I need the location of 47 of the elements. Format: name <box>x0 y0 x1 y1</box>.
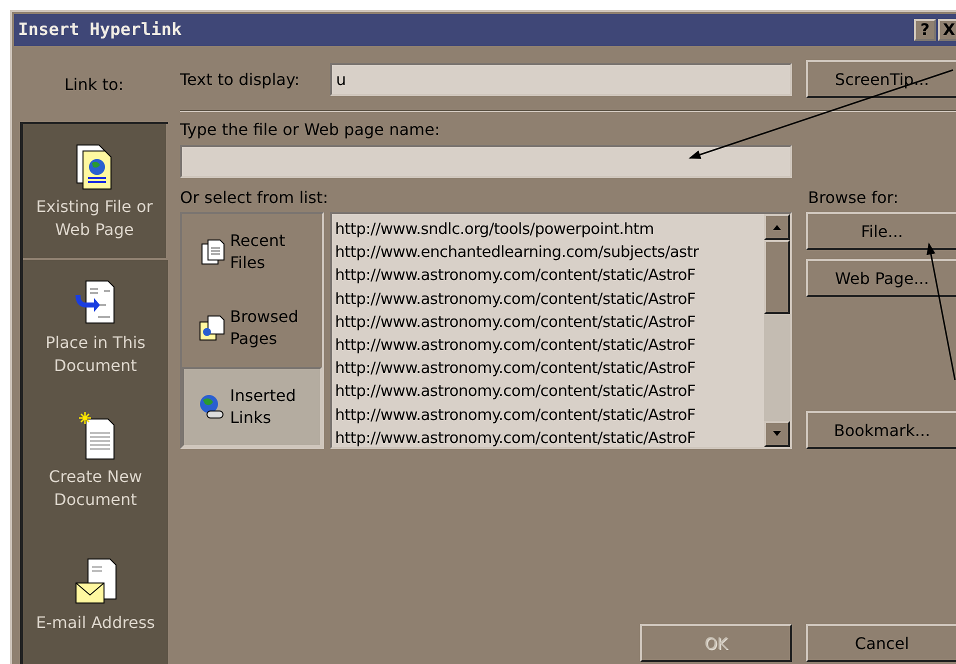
source-tab[interactable]: Inserted Links <box>182 366 322 447</box>
cancel-button[interactable]: Cancel <box>806 624 956 662</box>
url-list-item[interactable]: http://www.astronomy.com/content/static/AstroF <box>335 310 764 334</box>
browse-for-label: Browse for: <box>808 188 898 207</box>
link-to-item[interactable]: Existing File or Web Page <box>23 124 168 260</box>
globe-link-icon <box>198 392 226 421</box>
up-arrow-icon <box>772 224 782 230</box>
file-name-label: Type the file or Web page name: <box>180 120 441 139</box>
source-label: Recent Files <box>230 230 286 274</box>
browse-button[interactable]: Web Page... <box>806 259 956 297</box>
url-list-item[interactable]: http://www.astronomy.com/content/static/AstroF <box>335 288 764 311</box>
link-to-label-text: Existing File or Web Page <box>35 196 154 241</box>
close-button[interactable]: X <box>938 19 956 41</box>
url-list-item[interactable]: http://www.astronomy.com/content/static/AstroF <box>335 357 764 380</box>
link-to-label-text: Place in This Document <box>44 332 146 377</box>
screentip-button[interactable]: ScreenTip... <box>806 60 956 98</box>
scroll-down-button[interactable] <box>764 421 790 447</box>
window-title: Insert Hyperlink <box>18 20 182 40</box>
url-list-item[interactable]: http://www.sndlc.org/tools/powerpoint.htm <box>335 218 764 242</box>
browse-button[interactable]: File... <box>806 212 956 250</box>
url-list-item[interactable]: http://www.astronomy.com/content/static/AstroF <box>335 334 764 358</box>
file-name-field[interactable] <box>180 145 792 178</box>
link-to-label-text: E-mail Address <box>36 612 155 634</box>
link-to-item[interactable]: Place in This Document <box>23 260 168 394</box>
url-list-item[interactable]: http://www.astronomy.com/content/static/AstroF <box>335 426 764 447</box>
source-tab[interactable]: Browsed Pages <box>182 290 322 367</box>
text-to-display-label: Text to display: <box>180 70 301 88</box>
source-tab[interactable]: Recent Files <box>182 214 322 290</box>
scroll-up-button[interactable] <box>764 214 790 240</box>
help-button[interactable]: ? <box>914 19 936 41</box>
select-list-label: Or select from list: <box>180 188 330 207</box>
source-label: Inserted Links <box>230 384 297 429</box>
scroll-thumb[interactable] <box>764 240 790 314</box>
url-list-item[interactable]: http://www.astronomy.com/content/static/AstroF <box>335 380 764 404</box>
bookmark-button[interactable]: Bookmark... <box>806 411 956 449</box>
link-to-label: Link to: <box>63 74 125 96</box>
link-to-item[interactable]: Create New Document <box>23 394 168 528</box>
text-to-display-field[interactable]: u <box>330 62 792 96</box>
link-to-label-text: Create New Document <box>48 466 144 511</box>
scrollbar[interactable] <box>764 214 790 447</box>
url-list-item[interactable]: http://www.astronomy.com/content/static/AstroF <box>335 264 764 288</box>
url-list-item[interactable]: http://www.enchantedlearning.com/subjects/astr <box>335 241 764 264</box>
url-list-item[interactable]: http://www.astronomy.com/content/static/AstroF <box>335 404 764 427</box>
source-label: Browsed Pages <box>230 306 300 350</box>
down-arrow-icon <box>772 431 782 437</box>
pages-icon <box>198 314 226 342</box>
link-to-item[interactable]: E-mail Address <box>23 528 168 662</box>
